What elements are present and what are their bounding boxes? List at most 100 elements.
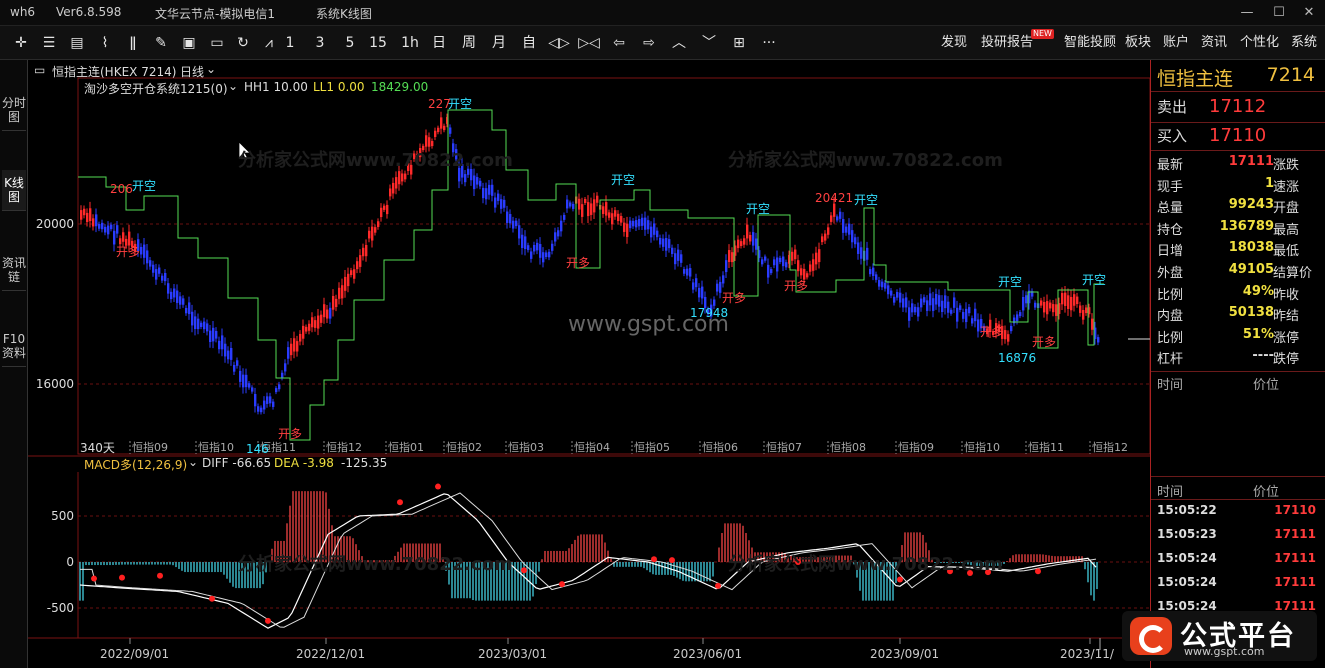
period-week[interactable]: 周 <box>458 32 480 54</box>
save-icon[interactable]: ▭ <box>206 32 228 54</box>
candle-body <box>389 188 392 197</box>
candle-body <box>473 175 476 190</box>
zoom-in-icon[interactable]: ◁▷ <box>548 32 570 54</box>
sell-row[interactable]: 卖出 17112 <box>1151 96 1325 122</box>
candle-body <box>1097 337 1100 343</box>
chevron-up-icon[interactable]: ︿ <box>668 32 690 54</box>
candle-body <box>1022 297 1025 311</box>
menu-discover[interactable]: 发现 <box>941 32 967 54</box>
y-tick-label: 20000 <box>36 217 74 231</box>
close-icon[interactable]: ✕ <box>1294 2 1324 24</box>
candle-body <box>818 249 821 263</box>
quote-row-right-label: 涨停 <box>1273 330 1300 346</box>
server-node[interactable]: 文华云节点-模拟电信1 <box>155 5 275 22</box>
drawing-tool-icon[interactable]: ✎ <box>150 32 172 54</box>
arrow-left-icon[interactable]: ⇦ <box>608 32 630 54</box>
indicator-icon[interactable]: ⩘ <box>258 32 280 54</box>
candle-body <box>491 184 494 196</box>
chart-area[interactable]: 20000 16000 恒指09 恒指10 恒指11 恒指12 恒指01 恒指02 恒指03 恒指… <box>28 60 1150 668</box>
contract-label: 恒指10 <box>198 440 234 454</box>
gspt-logo: 公式平台 www.gspt.com <box>1122 611 1317 661</box>
chevron-down-icon[interactable]: ﹀ <box>698 32 720 54</box>
price-annotation: 20421 <box>815 191 853 205</box>
period-custom[interactable]: 自 <box>518 32 540 54</box>
candle-body <box>401 173 404 182</box>
price-annotation: 16876 <box>998 351 1036 365</box>
col-price-upper: 价位 <box>1253 378 1280 393</box>
menu-system[interactable]: 系统 <box>1291 32 1317 54</box>
menu-sector[interactable]: 板块 <box>1125 32 1151 54</box>
candle-body <box>950 309 953 314</box>
tab-intraday[interactable]: 分时图 <box>2 90 26 131</box>
period-15min[interactable]: 15 <box>366 32 390 54</box>
quote-row-value: 17111 <box>1228 154 1274 169</box>
candle-body <box>827 227 830 235</box>
candle-body <box>80 210 83 220</box>
candle-body <box>701 286 704 299</box>
macd-label[interactable]: MACD多(12,26,9) <box>84 456 187 473</box>
symbol-label[interactable]: 恒指主连(HKEX 7214) <box>52 63 176 80</box>
period-chevron-icon[interactable]: ⌄ <box>206 62 216 76</box>
minimize-icon[interactable]: — <box>1232 2 1262 24</box>
report-icon[interactable]: ▤ <box>66 32 88 54</box>
list-icon[interactable]: ☰ <box>38 32 60 54</box>
snapshot-icon[interactable]: ▣ <box>178 32 200 54</box>
candle-body <box>104 226 107 233</box>
candle-body <box>941 300 944 312</box>
candle-body <box>857 242 860 254</box>
quote-row-right-label: 昨结 <box>1273 309 1300 325</box>
tab-kline[interactable]: K线图 <box>2 170 26 211</box>
quote-row: 外盘 49105 结算价 <box>1151 262 1325 284</box>
period-day[interactable]: 日 <box>428 32 450 54</box>
macd-y-tick: 0 <box>66 555 74 569</box>
tick-time: 15:05:24 <box>1157 575 1217 589</box>
period-1h[interactable]: 1h <box>398 32 422 54</box>
candle-body <box>179 296 182 305</box>
candlestick-icon[interactable]: ǁ <box>122 32 144 54</box>
macd-signal-dot <box>715 582 721 589</box>
period-1min[interactable]: 1 <box>280 32 300 54</box>
menu-account[interactable]: 账户 <box>1163 32 1189 54</box>
period-5min[interactable]: 5 <box>340 32 360 54</box>
candle-body <box>440 117 443 129</box>
candle-body <box>749 234 752 242</box>
tick-row: 15:05:24 17111 <box>1151 575 1325 599</box>
buy-row[interactable]: 买入 17110 <box>1151 125 1325 151</box>
menu-advisor[interactable]: 智能投顾 <box>1064 32 1116 54</box>
menu-news[interactable]: 资讯 <box>1201 32 1227 54</box>
zoom-out-icon[interactable]: ▷◁ <box>578 32 600 54</box>
tick-price: 17111 <box>1274 551 1316 565</box>
line-chart-icon[interactable]: ⌇ <box>94 32 116 54</box>
layout-grid-icon[interactable]: ⊞ <box>728 32 750 54</box>
tick-time: 15:05:23 <box>1157 527 1217 541</box>
candle-body <box>1082 310 1085 320</box>
macd-signal-dot <box>157 572 163 579</box>
candle-body <box>362 247 365 257</box>
refresh-icon[interactable]: ↻ <box>232 32 254 54</box>
arrow-right-icon[interactable]: ⇨ <box>638 32 660 54</box>
maximize-icon[interactable]: ☐ <box>1264 2 1294 24</box>
quote-row-right-label: 昨收 <box>1273 287 1300 303</box>
candle-body <box>671 247 674 254</box>
macd-chevron-icon[interactable]: ⌄ <box>188 455 198 469</box>
crosshair-icon[interactable]: ✛ <box>10 32 32 54</box>
candle-body <box>353 269 356 279</box>
candle-body <box>350 270 353 275</box>
more-icon[interactable]: ··· <box>758 32 780 54</box>
menu-research[interactable]: 投研报告 <box>981 32 1033 54</box>
divider <box>1151 371 1325 372</box>
candle-body <box>692 282 695 290</box>
candle-body <box>296 341 299 352</box>
contract-label: 恒指12 <box>1092 440 1128 454</box>
period-month[interactable]: 月 <box>488 32 510 54</box>
tab-f10[interactable]: F10资料 <box>2 326 26 367</box>
indicator-chevron-icon[interactable]: ⌄ <box>228 79 238 93</box>
tab-newslink[interactable]: 资讯链 <box>2 250 26 291</box>
candle-body <box>164 273 167 282</box>
chart-layout-icon[interactable]: ▭ <box>34 63 45 77</box>
indicator-label[interactable]: 淘沙多空开仓系统1215(0) <box>84 80 228 97</box>
candle-body <box>272 401 275 407</box>
menu-personalize[interactable]: 个性化 <box>1240 32 1279 54</box>
period-label[interactable]: 日线 <box>180 63 204 80</box>
period-3min[interactable]: 3 <box>310 32 330 54</box>
